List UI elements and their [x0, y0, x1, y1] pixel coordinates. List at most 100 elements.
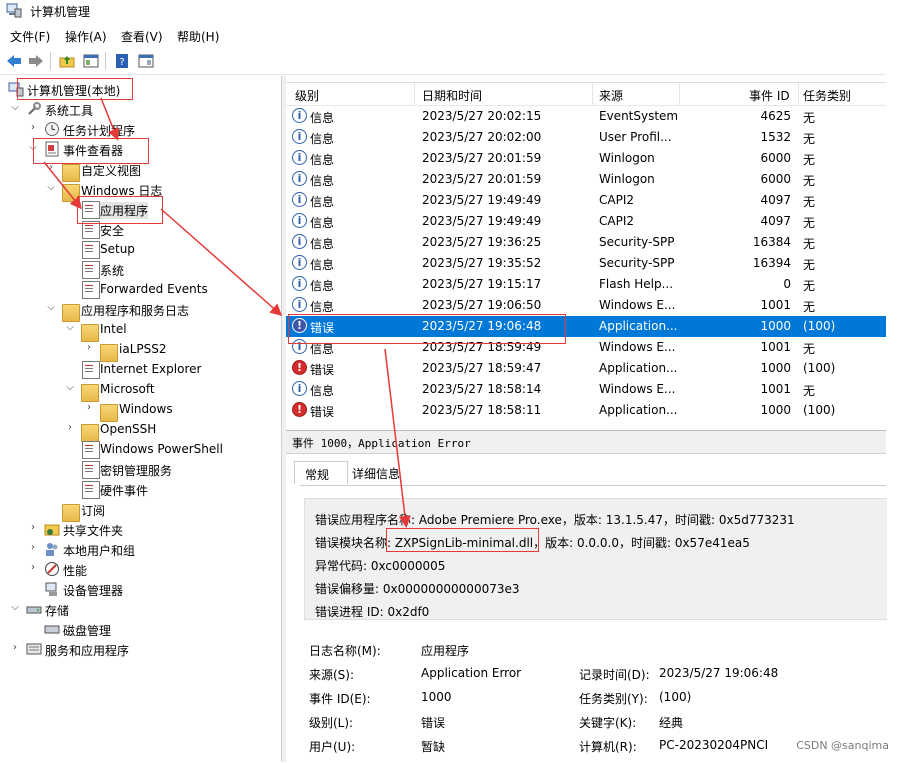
collapsed-chevron-icon[interactable]: ›	[84, 403, 94, 413]
column-task-category[interactable]: 任务类别	[803, 87, 851, 104]
table-row[interactable]: i 信息 2023/5/27 20:02:00 User Profil... 1532 无	[286, 127, 886, 148]
level-value: 错误	[421, 716, 446, 730]
column-separator[interactable]	[414, 83, 415, 105]
collapsed-chevron-icon[interactable]: ›	[28, 563, 38, 573]
cell-level: 信息	[310, 279, 335, 293]
table-row[interactable]: i 信息 2023/5/27 20:01:59 Winlogon 6000 无	[286, 148, 886, 169]
collapsed-chevron-icon[interactable]: ›	[46, 163, 56, 173]
cell-level: 信息	[310, 174, 335, 188]
back-button[interactable]	[4, 51, 24, 71]
cell-level: 信息	[310, 216, 335, 230]
info-icon: i	[292, 129, 307, 144]
table-row[interactable]: i 信息 2023/5/27 18:59:49 Windows E... 1001 无	[286, 337, 886, 358]
expanded-chevron-icon[interactable]: ⌵	[65, 383, 75, 393]
expanded-chevron-icon[interactable]: ⌵	[10, 103, 20, 113]
collapsed-chevron-icon[interactable]: ›	[28, 543, 38, 553]
column-source[interactable]: 来源	[599, 87, 623, 104]
column-event-id[interactable]: 事件 ID	[749, 87, 790, 104]
table-row[interactable]: ! 错误 2023/5/27 19:06:48 Application... 1000 (…	[286, 316, 886, 337]
up-level-button[interactable]	[57, 51, 77, 71]
collapsed-chevron-icon[interactable]: ›	[28, 123, 38, 133]
tab-general[interactable]: 常规	[294, 461, 348, 484]
cell-level: 错误	[310, 363, 335, 377]
info-icon: i	[292, 213, 307, 228]
collapsed-chevron-icon[interactable]: ›	[65, 423, 75, 433]
expanded-chevron-icon[interactable]: ⌵	[28, 143, 38, 153]
cell-datetime: 2023/5/27 20:01:59	[422, 151, 542, 165]
tab-details[interactable]: 详细信息	[346, 461, 416, 483]
show-hide-tree-button[interactable]	[81, 51, 101, 71]
computer-management-icon	[6, 3, 22, 18]
svg-text:?: ?	[119, 57, 124, 68]
task-category-label: 任务类别(Y):	[579, 692, 648, 706]
shared-folder-icon	[44, 524, 60, 536]
table-row[interactable]: i 信息 2023/5/27 19:35:52 Security-SPP 16394 无	[286, 253, 886, 274]
forward-button[interactable]	[26, 51, 46, 71]
table-row[interactable]: i 信息 2023/5/27 19:49:49 CAPI2 4097 无	[286, 211, 886, 232]
expanded-chevron-icon[interactable]: ⌵	[46, 183, 56, 193]
log-icon	[82, 261, 100, 279]
menu-view[interactable]: 查看(V)	[121, 28, 163, 45]
cell-datetime: 2023/5/27 19:15:17	[422, 277, 542, 291]
watermark: CSDN @sanqima	[796, 739, 889, 752]
cell-source: Security-SPP	[599, 256, 675, 270]
info-icon: i	[292, 171, 307, 186]
event-message-box[interactable]: 错误应用程序名称: Adobe Premiere Pro.exe，版本: 13.…	[304, 498, 887, 620]
properties-button[interactable]	[136, 51, 156, 71]
column-level[interactable]: 级别	[295, 87, 319, 104]
log-icon	[82, 201, 100, 219]
column-separator[interactable]	[798, 83, 799, 105]
column-separator[interactable]	[592, 83, 593, 105]
cell-level: 错误	[310, 321, 335, 335]
computer-management-icon	[8, 82, 24, 97]
log-icon	[82, 481, 100, 499]
menu-help[interactable]: 帮助(H)	[177, 28, 219, 45]
cell-level: 信息	[310, 300, 335, 314]
cell-source: Application...	[599, 319, 678, 333]
expanded-chevron-icon[interactable]: ⌵	[65, 323, 75, 333]
log-icon	[82, 281, 100, 299]
collapsed-chevron-icon[interactable]: ›	[28, 523, 38, 533]
table-row[interactable]: i 信息 2023/5/27 19:06:50 Windows E... 1001 无	[286, 295, 886, 316]
console-tree[interactable]: 计算机管理(本地) ⌵ 系统工具 › 任务计划程序 ⌵ 事件查看器 › 自定义视…	[0, 76, 282, 762]
event-list[interactable]: 级别 日期和时间 来源 事件 ID 任务类别 i 信息 2023/5/27 20:0…	[286, 82, 886, 427]
expanded-chevron-icon[interactable]: ⌵	[10, 603, 20, 613]
info-icon: i	[292, 276, 307, 291]
menu-action[interactable]: 操作(A)	[65, 28, 107, 45]
table-row[interactable]: i 信息 2023/5/27 20:01:59 Winlogon 6000 无	[286, 169, 886, 190]
event-viewer-icon	[45, 141, 59, 157]
keywords-label: 关键字(K):	[579, 716, 637, 730]
cell-task-category: 无	[803, 132, 816, 146]
expanded-chevron-icon[interactable]: ⌵	[46, 303, 56, 313]
message-faulting-module: 错误模块名称: ZXPSignLib-minimal.dll，版本: 0.0.0…	[315, 536, 750, 550]
cell-task-category: 无	[803, 258, 816, 272]
table-row[interactable]: ! 错误 2023/5/27 18:58:11 Application... 1000 (…	[286, 400, 886, 421]
column-datetime[interactable]: 日期和时间	[422, 87, 482, 104]
info-icon: i	[292, 234, 307, 249]
faulting-module-name: ZXPSignLib-minimal.dll，	[394, 536, 546, 550]
table-row[interactable]: i 信息 2023/5/27 19:15:17 Flash Help... 0 无	[286, 274, 886, 295]
table-row[interactable]: i 信息 2023/5/27 18:58:14 Windows E... 1001 无	[286, 379, 886, 400]
message-fault-offset: 错误偏移量: 0x00000000000073e3	[315, 582, 520, 596]
services-icon	[26, 643, 42, 655]
cell-level: 信息	[310, 132, 335, 146]
cell-source: Winlogon	[599, 151, 655, 165]
cell-event-id: 4625	[760, 109, 791, 123]
menu-file[interactable]: 文件(F)	[10, 28, 50, 45]
cell-level: 信息	[310, 342, 335, 356]
collapsed-chevron-icon[interactable]: ›	[10, 643, 20, 653]
info-icon: i	[292, 339, 307, 354]
table-row[interactable]: i 信息 2023/5/27 19:36:25 Security-SPP 16384 无	[286, 232, 886, 253]
cell-event-id: 1532	[760, 130, 791, 144]
table-row[interactable]: ! 错误 2023/5/27 18:59:47 Application... 1000 (…	[286, 358, 886, 379]
help-button[interactable]: ?	[112, 51, 132, 71]
column-separator[interactable]	[679, 83, 680, 105]
properties-pane-icon	[138, 54, 154, 68]
table-row[interactable]: i 信息 2023/5/27 19:49:49 CAPI2 4097 无	[286, 190, 886, 211]
log-icon	[82, 461, 100, 479]
folder-icon	[62, 164, 80, 182]
collapsed-chevron-icon[interactable]: ›	[84, 343, 94, 353]
table-row[interactable]: i 信息 2023/5/27 20:02:15 EventSystem 4625 无	[286, 106, 886, 127]
cell-task-category: 无	[803, 153, 816, 167]
log-icon	[82, 241, 100, 259]
